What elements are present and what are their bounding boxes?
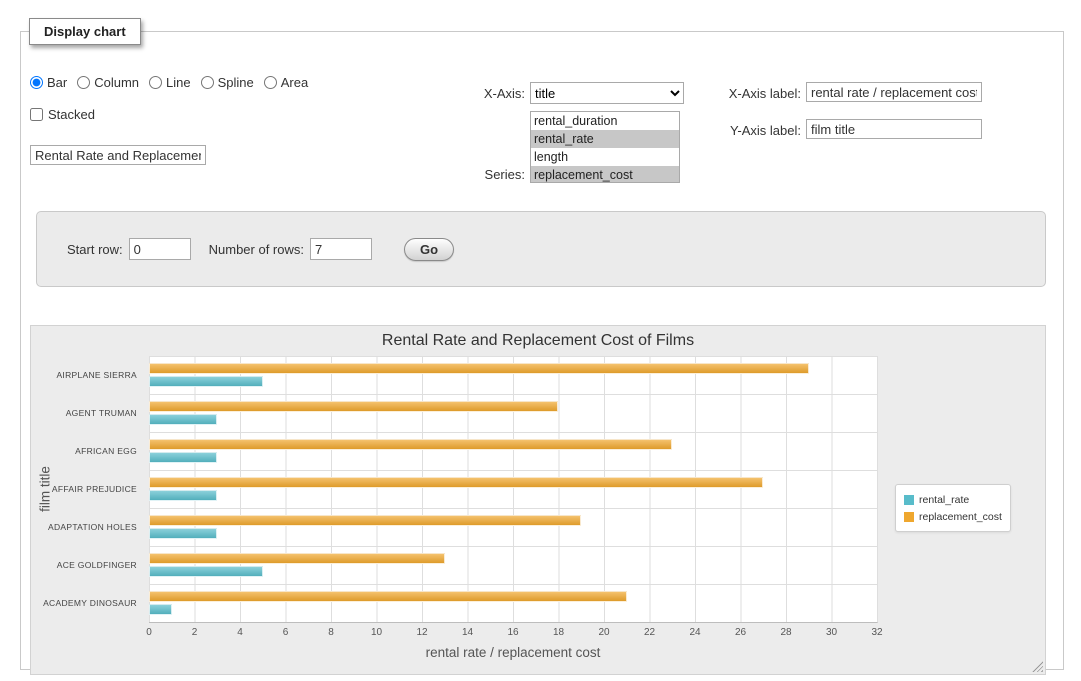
series-option[interactable]: rental_rate [531,130,679,148]
area-radio[interactable] [264,76,277,89]
x-axis-ticks: 02468101214161820222426283032 [149,627,877,640]
chart-type-option-column[interactable]: Column [77,75,139,90]
panel-legend: Display chart [29,18,141,45]
bar-replacement_cost [149,553,445,564]
chart-type-option-line[interactable]: Line [149,75,191,90]
x-axis-title: rental rate / replacement cost [149,645,877,660]
x-axis-tick-label: 10 [371,627,382,638]
area-radio-label: Area [281,75,308,90]
x-axis-tick-label: 6 [283,627,289,638]
start-row-input[interactable] [129,238,191,260]
x-axis-tick-label: 2 [192,627,198,638]
bar-radio-label: Bar [47,75,67,90]
category-label: ADAPTATION HOLES [31,508,143,546]
series-option[interactable]: length [531,148,679,166]
x-axis-label-input[interactable] [806,82,982,102]
series-option[interactable]: rental_duration [531,112,679,130]
category-band [149,584,877,622]
legend-entry-rental-rate[interactable]: rental_rate [904,491,1002,508]
legend-swatch-rental-rate [904,495,914,505]
chart-type-radio-group: Bar Column Line Spline Area [30,75,318,90]
bar-rental_rate [149,604,172,615]
bar-rental_rate [149,452,217,463]
x-axis-tick-label: 4 [237,627,243,638]
bar-replacement_cost [149,363,809,374]
y-axis-label-field-label: Y-Axis label: [697,123,801,138]
x-axis-tick-label: 26 [735,627,746,638]
series-listbox-label: Series: [439,167,525,182]
category-band [149,394,877,432]
number-of-rows-input[interactable] [310,238,372,260]
chart-title-input[interactable] [30,145,206,165]
category-band [149,470,877,508]
number-of-rows-label: Number of rows: [209,242,304,257]
x-axis-tick-label: 16 [507,627,518,638]
category-band [149,356,877,394]
bar-replacement_cost [149,477,763,488]
stacked-label: Stacked [48,107,95,122]
x-axis-tick-label: 20 [598,627,609,638]
category-label: ACE GOLDFINGER [31,546,143,584]
bar-rental_rate [149,490,217,501]
x-axis-tick-label: 28 [780,627,791,638]
category-label: AIRPLANE SIERRA [31,356,143,394]
bar-radio[interactable] [30,76,43,89]
chart-container: Rental Rate and Replacement Cost of Film… [30,325,1046,675]
bar-rental_rate [149,566,263,577]
series-option[interactable]: replacement_cost [531,166,679,183]
category-band [149,432,877,470]
x-axis-tick-label: 24 [689,627,700,638]
legend-label-replacement-cost: replacement_cost [919,511,1002,523]
category-label: AGENT TRUMAN [31,394,143,432]
rows-panel: Start row: Number of rows: Go [36,211,1046,287]
line-radio-label: Line [166,75,191,90]
legend-swatch-replacement-cost [904,512,914,522]
category-band [149,508,877,546]
x-axis-tick-label: 32 [871,627,882,638]
go-button[interactable]: Go [404,238,454,261]
column-radio-label: Column [94,75,139,90]
x-axis-tick-label: 14 [462,627,473,638]
legend-entry-replacement-cost[interactable]: replacement_cost [904,508,1002,525]
x-axis-select-label: X-Axis: [439,86,525,101]
bar-replacement_cost [149,439,672,450]
spline-radio-label: Spline [218,75,254,90]
line-radio[interactable] [149,76,162,89]
display-chart-panel: Display chart Bar Column Line Spline Are… [20,18,1064,670]
x-axis-tick-label: 30 [826,627,837,638]
x-axis-tick-label: 0 [146,627,152,638]
chart-type-option-area[interactable]: Area [264,75,308,90]
chart-title: Rental Rate and Replacement Cost of Film… [31,332,1045,350]
stacked-option[interactable]: Stacked [30,107,95,122]
x-axis-tick-label: 22 [644,627,655,638]
x-axis-label-field-label: X-Axis label: [697,86,801,101]
legend-label-rental-rate: rental_rate [919,494,969,506]
resize-handle[interactable] [1032,661,1043,672]
bar-replacement_cost [149,591,627,602]
bar-rental_rate [149,528,217,539]
start-row-label: Start row: [67,242,123,257]
chart-legend: rental_rate replacement_cost [895,484,1011,532]
bar-rental_rate [149,376,263,387]
y-axis-label-input[interactable] [806,119,982,139]
category-label: AFFAIR PREJUDICE [31,470,143,508]
stacked-checkbox[interactable] [30,108,43,121]
chart-type-option-spline[interactable]: Spline [201,75,254,90]
bar-rental_rate [149,414,217,425]
category-label: AFRICAN EGG [31,432,143,470]
column-radio[interactable] [77,76,90,89]
category-label: ACADEMY DINOSAUR [31,584,143,622]
x-axis-tick-label: 12 [416,627,427,638]
series-listbox[interactable]: rental_durationrental_ratelengthreplacem… [530,111,680,183]
category-band [149,546,877,584]
x-axis-tick-label: 8 [328,627,334,638]
spline-radio[interactable] [201,76,214,89]
chart-type-option-bar[interactable]: Bar [30,75,67,90]
x-axis-tick-label: 18 [553,627,564,638]
bar-replacement_cost [149,401,558,412]
x-axis-select[interactable]: title [530,82,684,104]
y-axis-category-labels: AIRPLANE SIERRAAGENT TRUMANAFRICAN EGGAF… [31,356,143,622]
bar-replacement_cost [149,515,581,526]
plot-area [149,356,878,623]
